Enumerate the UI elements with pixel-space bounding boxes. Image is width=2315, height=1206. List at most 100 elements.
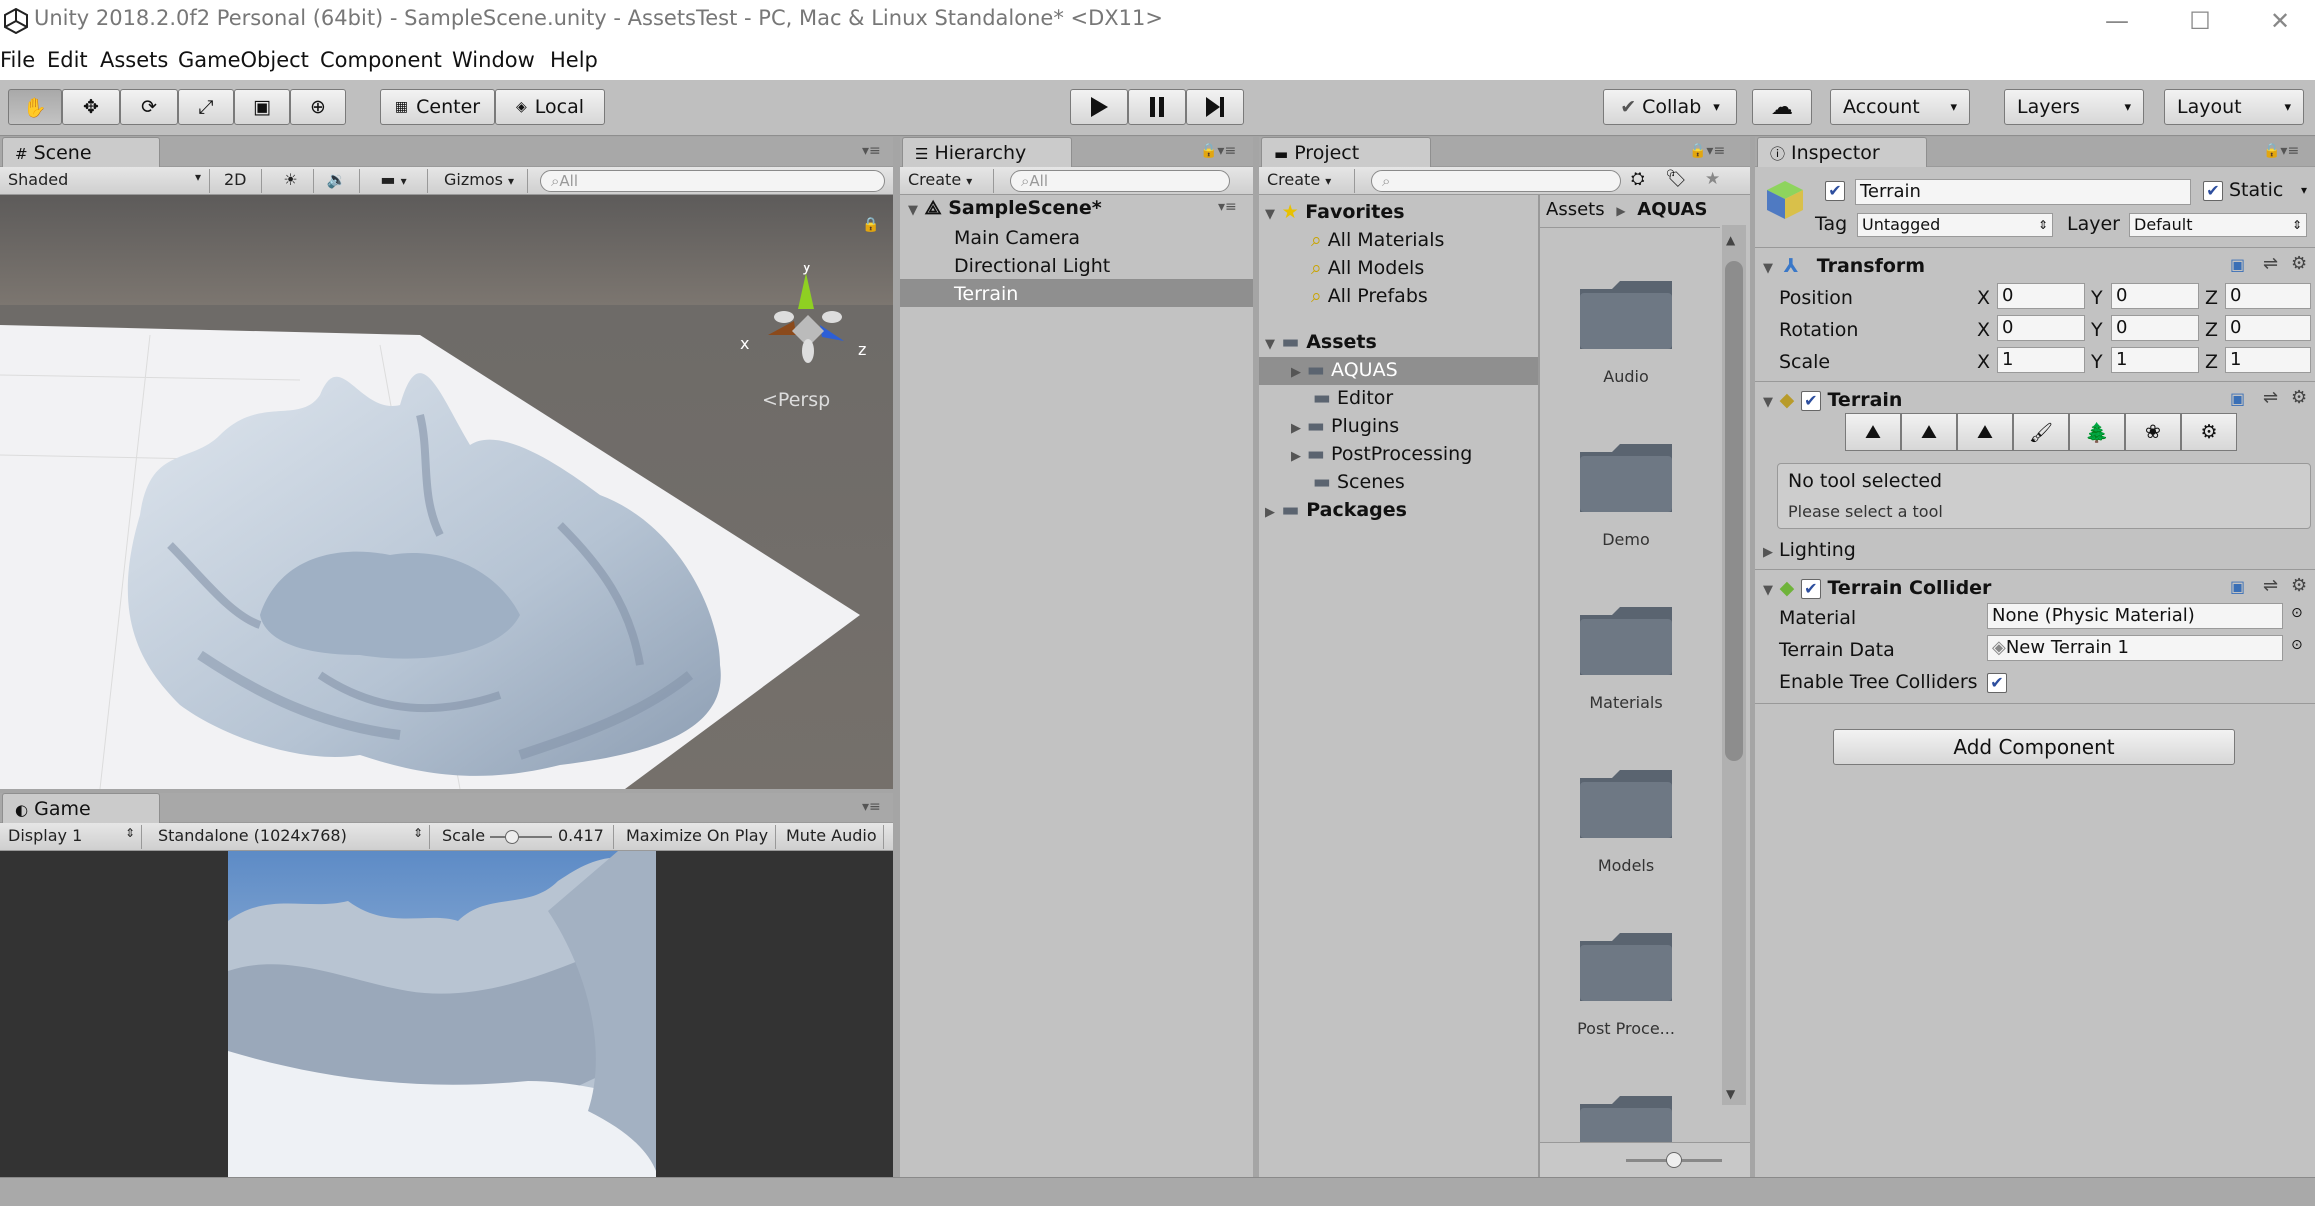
project-scrollbar-thumb[interactable] bbox=[1725, 261, 1743, 761]
persp-label[interactable]: <Persp bbox=[762, 389, 830, 411]
collab-dropdown[interactable]: ✔ Collab bbox=[1603, 89, 1737, 125]
asset-folder-postprocessing[interactable]: ▶ ▬ PostProcessing bbox=[1291, 443, 1472, 465]
favorite-star-icon[interactable]: ★ bbox=[1705, 169, 1720, 189]
play-button[interactable] bbox=[1070, 89, 1128, 125]
asset-folder-scenes[interactable]: ▬ Scenes bbox=[1313, 471, 1405, 493]
panel-lock-menu-icon[interactable]: 🔒▾≡ bbox=[2263, 143, 2299, 159]
close-button[interactable]: ✕ bbox=[2250, 4, 2310, 38]
hierarchy-search-input[interactable]: ⌕All bbox=[1010, 170, 1230, 192]
enable-tree-colliders-checkbox[interactable]: ✔ bbox=[1987, 673, 2007, 693]
panel-menu-icon[interactable]: ▾≡ bbox=[862, 799, 881, 815]
scroll-down-icon[interactable]: ▼ bbox=[1726, 1087, 1735, 1101]
preset-icon[interactable]: ⇌ bbox=[2263, 575, 2278, 596]
account-dropdown[interactable]: Account bbox=[1830, 89, 1970, 125]
layout-dropdown[interactable]: Layout bbox=[2164, 89, 2304, 125]
rect-tool-button[interactable]: ▣ bbox=[234, 89, 290, 125]
favorites-header[interactable]: ▼ ★ Favorites bbox=[1265, 201, 1405, 223]
paint-details-button[interactable]: ❀ bbox=[2125, 413, 2181, 451]
pivot-local-button[interactable]: ◈ Local bbox=[495, 89, 605, 125]
tab-inspector[interactable]: ⓘ Inspector bbox=[1757, 137, 1927, 167]
static-dropdown-icon[interactable]: ▾ bbox=[2301, 183, 2307, 197]
lighting-toggle[interactable]: ☀ bbox=[268, 169, 314, 193]
layers-dropdown[interactable]: Layers bbox=[2004, 89, 2144, 125]
panel-lock-menu-icon[interactable]: 🔒▾≡ bbox=[1689, 143, 1725, 159]
gizmo-lock-icon[interactable]: 🔒 bbox=[862, 217, 879, 233]
2d-toggle[interactable]: 2D bbox=[216, 169, 262, 193]
panel-menu-icon[interactable]: ▾≡ bbox=[862, 143, 881, 159]
scene-viewport[interactable]: y x z 🔒 <Persp bbox=[0, 195, 893, 789]
game-viewport[interactable] bbox=[0, 851, 893, 1177]
menu-assets[interactable]: Assets bbox=[100, 48, 168, 72]
scale-y-field[interactable]: 1 bbox=[2111, 347, 2199, 373]
preset-icon[interactable]: ⇌ bbox=[2263, 387, 2278, 408]
transform-header[interactable]: ▼ ⅄ Transform bbox=[1763, 255, 1925, 277]
object-picker-icon[interactable]: ⊙ bbox=[2291, 605, 2303, 621]
smooth-height-button[interactable]: ⛰ bbox=[1957, 413, 2013, 451]
position-y-field[interactable]: 0 bbox=[2111, 283, 2199, 309]
place-trees-button[interactable]: 🌲 bbox=[2069, 413, 2125, 451]
raise-lower-terrain-button[interactable]: ⛰ bbox=[1845, 413, 1901, 451]
tab-hierarchy[interactable]: ☰ Hierarchy bbox=[902, 137, 1072, 167]
folder-item-partial[interactable] bbox=[1540, 1090, 1720, 1142]
favorite-all-prefabs[interactable]: ⌕ All Prefabs bbox=[1311, 285, 1428, 307]
rotate-tool-button[interactable]: ⟳ bbox=[120, 89, 178, 125]
scale-z-field[interactable]: 1 bbox=[2225, 347, 2311, 373]
scroll-up-icon[interactable]: ▲ bbox=[1726, 233, 1735, 247]
paint-texture-button[interactable]: 🖌 bbox=[2013, 413, 2069, 451]
terrain-data-field[interactable]: ◈New Terrain 1 bbox=[1987, 635, 2283, 661]
position-x-field[interactable]: 0 bbox=[1997, 283, 2085, 309]
minimize-button[interactable]: — bbox=[2087, 4, 2147, 38]
breadcrumb-aquas[interactable]: AQUAS bbox=[1637, 199, 1707, 220]
maximize-on-play-toggle[interactable]: Maximize On Play bbox=[618, 825, 776, 849]
terrain-settings-button[interactable]: ⚙ bbox=[2181, 413, 2237, 451]
terrain-collider-header[interactable]: ▼ ◆ ✔ Terrain Collider bbox=[1763, 577, 1991, 599]
hierarchy-create-dropdown[interactable]: Create ▾ bbox=[900, 169, 994, 193]
scale-tool-button[interactable]: ⤢ bbox=[178, 89, 234, 125]
icon-size-slider-thumb[interactable] bbox=[1666, 1152, 1682, 1168]
asset-folder-editor[interactable]: ▬ Editor bbox=[1313, 387, 1393, 409]
rotation-y-field[interactable]: 0 bbox=[2111, 315, 2199, 341]
position-z-field[interactable]: 0 bbox=[2225, 283, 2311, 309]
move-tool-button[interactable]: ✥ bbox=[62, 89, 120, 125]
tab-game[interactable]: ◐ Game bbox=[2, 793, 160, 823]
breadcrumb-assets[interactable]: Assets bbox=[1546, 199, 1605, 220]
rotation-z-field[interactable]: 0 bbox=[2225, 315, 2311, 341]
audio-toggle[interactable]: 🔉 bbox=[314, 169, 360, 193]
help-book-icon[interactable]: ▣ bbox=[2230, 255, 2245, 274]
tab-project[interactable]: ▬ Project bbox=[1261, 137, 1431, 167]
component-settings-gear-icon[interactable]: ⚙ bbox=[2291, 387, 2307, 408]
object-name-field[interactable]: Terrain bbox=[1855, 179, 2191, 205]
static-checkbox[interactable]: ✔ bbox=[2203, 181, 2223, 201]
scale-slider-thumb[interactable] bbox=[504, 830, 519, 844]
maximize-button[interactable]: ☐ bbox=[2170, 4, 2230, 38]
scene-menu-icon[interactable]: ▾≡ bbox=[1218, 199, 1237, 215]
step-button[interactable] bbox=[1186, 89, 1244, 125]
hierarchy-item-main-camera[interactable]: Main Camera bbox=[954, 227, 1080, 249]
scene-root-item[interactable]: ▼ ⟁ SampleScene* bbox=[908, 197, 1102, 219]
panel-lock-menu-icon[interactable]: 🔒▾≡ bbox=[1200, 143, 1236, 159]
resolution-dropdown[interactable]: Standalone (1024x768) ⇕ bbox=[150, 825, 430, 849]
object-active-checkbox[interactable]: ✔ bbox=[1825, 181, 1845, 201]
lighting-foldout[interactable]: ▶ Lighting bbox=[1763, 539, 1856, 561]
menu-help[interactable]: Help bbox=[550, 48, 598, 72]
terrain-component-header[interactable]: ▼ ◆ ✔ Terrain bbox=[1763, 389, 1902, 411]
asset-folder-plugins[interactable]: ▶ ▬ Plugins bbox=[1291, 415, 1399, 437]
scene-search-input[interactable]: ⌕All bbox=[540, 170, 885, 192]
menu-component[interactable]: Component bbox=[320, 48, 442, 72]
menu-window[interactable]: Window bbox=[452, 48, 535, 72]
menu-gameobject[interactable]: GameObject bbox=[178, 48, 309, 72]
object-picker-icon[interactable]: ⊙ bbox=[2291, 637, 2303, 653]
scale-slider[interactable]: Scale 0.417 bbox=[434, 825, 614, 849]
cloud-button[interactable]: ☁ bbox=[1752, 89, 1812, 125]
project-search-input[interactable]: ⌕ bbox=[1371, 170, 1621, 192]
mute-audio-toggle[interactable]: Mute Audio bbox=[778, 825, 884, 849]
hierarchy-item-directional-light[interactable]: Directional Light bbox=[954, 255, 1110, 277]
hand-tool-button[interactable]: ✋ bbox=[8, 89, 62, 125]
tag-dropdown[interactable]: Untagged ⇕ bbox=[1857, 213, 2053, 237]
component-settings-gear-icon[interactable]: ⚙ bbox=[2291, 253, 2307, 274]
search-by-type-icon[interactable]: ⛭ bbox=[1631, 169, 1645, 189]
scale-x-field[interactable]: 1 bbox=[1997, 347, 2085, 373]
component-settings-gear-icon[interactable]: ⚙ bbox=[2291, 575, 2307, 596]
menu-edit[interactable]: Edit bbox=[47, 48, 88, 72]
assets-root[interactable]: ▼ ▬ Assets bbox=[1265, 331, 1377, 353]
